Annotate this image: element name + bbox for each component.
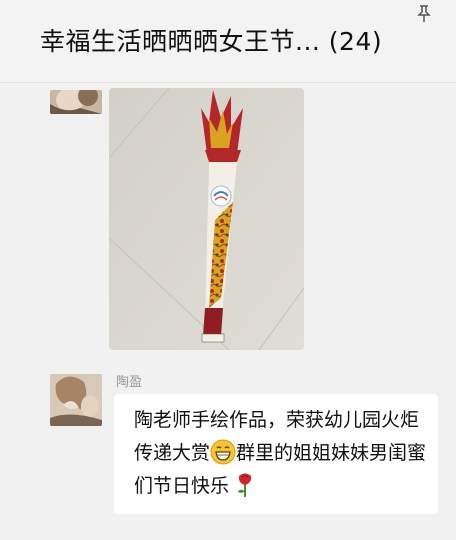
chat-header: 幸福生活晒晒晒女王节... (24) xyxy=(0,0,456,83)
sender-name: 陶盈 xyxy=(116,375,143,390)
rose-emoji-icon xyxy=(238,473,252,497)
grinning-face-emoji-icon xyxy=(210,439,236,465)
image-message[interactable] xyxy=(109,88,304,350)
message-bubble[interactable]: 陶老师手绘作品，荣获幼儿园火炬传递大赏 群里的姐姐妹妹男闺蜜们节日快乐 xyxy=(114,394,438,514)
avatar[interactable] xyxy=(50,374,102,426)
message-text: 陶老师手绘作品，荣获幼儿园火炬传递大赏 群里的姐姐妹妹男闺蜜们节日快乐 xyxy=(134,404,430,503)
chat-title[interactable]: 幸福生活晒晒晒女王节... (24) xyxy=(40,22,382,58)
pin-icon[interactable] xyxy=(414,4,434,24)
avatar[interactable] xyxy=(50,90,102,114)
